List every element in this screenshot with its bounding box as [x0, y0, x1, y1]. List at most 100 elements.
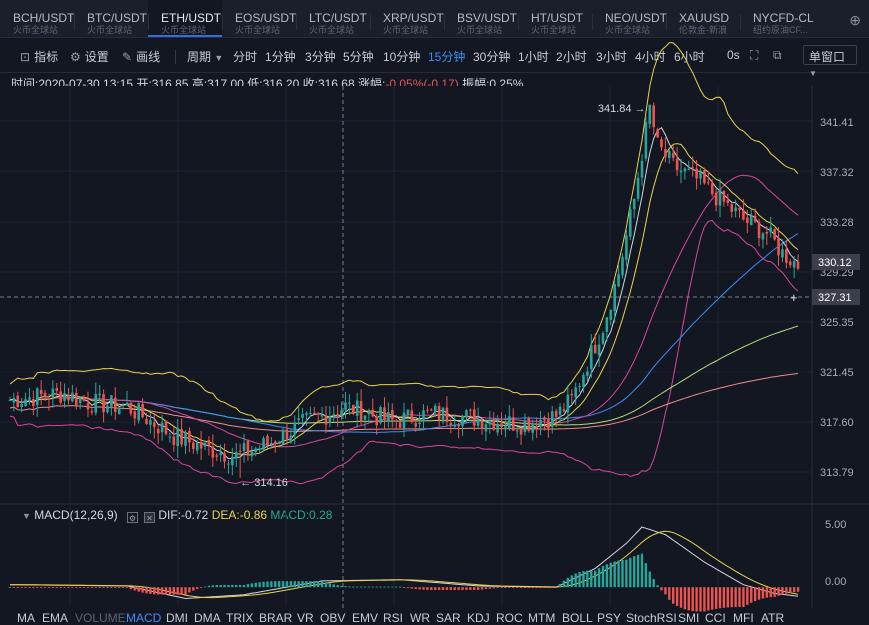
- indicator-atr[interactable]: ATR: [761, 611, 784, 625]
- boll-name: BOLL(20,2): [34, 93, 97, 107]
- close-icon[interactable]: ✕: [143, 512, 155, 523]
- tab-eth-usdt[interactable]: ETH/USDT 火币全球站: [148, 0, 222, 37]
- indicator-wr[interactable]: WR: [410, 611, 430, 625]
- candle-body: [121, 405, 125, 407]
- tab-btc-usdt[interactable]: BTC/USDT 火币全球站: [74, 0, 148, 37]
- candle-body: [277, 442, 281, 444]
- indicator-mtm[interactable]: MTM: [528, 611, 555, 625]
- indicator-trix[interactable]: TRIX: [226, 611, 253, 625]
- collapse-icon[interactable]: ▼: [22, 511, 31, 521]
- ohlc-readout: 时间:2020-07-30 13:15 开:316.85 高:317.00 低:…: [11, 75, 523, 92]
- period-option[interactable]: 10分钟: [383, 48, 420, 65]
- fullscreen-icon[interactable]: ⛶: [750, 48, 758, 63]
- indicator-boll[interactable]: BOLL: [562, 611, 593, 625]
- candle-body: [301, 413, 304, 418]
- tab-neo-usdt[interactable]: NEO/USDT 火币全球站: [592, 0, 667, 37]
- indicator-ema[interactable]: EMA: [42, 611, 68, 625]
- macd-hist-bar: [473, 587, 476, 590]
- indicator-macd[interactable]: MACD: [126, 611, 161, 625]
- indicator-vr[interactable]: VR: [297, 611, 314, 625]
- indicator-roc[interactable]: ROC: [496, 611, 523, 625]
- period-option[interactable]: 30分钟: [473, 48, 510, 65]
- macd-hist-bar: [484, 587, 488, 590]
- candle-body: [593, 344, 597, 354]
- indicator-dmi[interactable]: DMI: [166, 611, 188, 625]
- screenshot-icon[interactable]: ⧉: [773, 48, 782, 63]
- macd-hist-bar: [679, 587, 683, 608]
- period-option[interactable]: 6小时: [674, 48, 705, 65]
- candle-body: [554, 410, 558, 417]
- tab-xrp-usdt[interactable]: XRP/USDT 火币全球站: [370, 0, 444, 37]
- settings-icon[interactable]: ⚙: [105, 97, 117, 108]
- candle-body: [769, 227, 773, 233]
- current-price-tag: [812, 254, 860, 270]
- settings-icon[interactable]: ⚙: [126, 512, 138, 523]
- tab-xauusd[interactable]: XAUUSD 伦敦金-新浪: [666, 0, 740, 37]
- window-mode-dropdown[interactable]: 单窗口 ▼: [803, 45, 857, 78]
- close-icon[interactable]: ✕: [122, 97, 134, 108]
- tab-bch-usdt[interactable]: BCH/USDT 火币全球站: [0, 0, 74, 37]
- macd-hist-bar: [792, 587, 796, 593]
- indicator-dma[interactable]: DMA: [194, 611, 221, 625]
- add-tab-icon[interactable]: ⊕: [849, 12, 861, 29]
- candle-body: [192, 442, 195, 450]
- macd-hist-bar: [769, 587, 772, 598]
- period-option[interactable]: 4小时: [635, 48, 666, 65]
- close-icon[interactable]: ✕: [82, 115, 94, 126]
- period-option[interactable]: 3分钟: [305, 48, 336, 65]
- tab-divider: [592, 14, 593, 30]
- period-option[interactable]: 1小时: [518, 48, 549, 65]
- indicator-mfi[interactable]: MFI: [733, 611, 754, 625]
- candle-body: [422, 410, 425, 422]
- indicator-kdj[interactable]: KDJ: [467, 611, 490, 625]
- indicator-rsi[interactable]: RSI: [383, 611, 403, 625]
- candle-body: [324, 415, 328, 425]
- macd-hist-bar: [738, 587, 741, 608]
- indicator-volume[interactable]: VOLUME: [75, 611, 126, 625]
- period-dropdown[interactable]: 周期 ▼: [187, 48, 223, 65]
- period-option[interactable]: 3小时: [596, 48, 627, 65]
- period-option[interactable]: 5分钟: [343, 48, 374, 65]
- indicator-stochrsi[interactable]: StochRSI: [626, 611, 677, 625]
- indicators-button[interactable]: ⊡ 指标: [20, 48, 58, 65]
- indicator-smi[interactable]: SMI: [678, 611, 699, 625]
- tab-eos-usdt[interactable]: EOS/USDT 火币全球站: [222, 0, 296, 37]
- tab-ht-usdt[interactable]: HT/USDT 火币全球站: [518, 0, 592, 37]
- macd-hist-bar: [309, 581, 312, 588]
- tab-bsv-usdt[interactable]: BSV/USDT 火币全球站: [444, 0, 518, 37]
- candle-body: [227, 463, 230, 465]
- candle-body: [355, 400, 359, 416]
- indicator-psy[interactable]: PSY: [597, 611, 621, 625]
- ma-name: MA: [39, 111, 57, 125]
- candle-body: [718, 189, 722, 206]
- macd-hist-bar: [422, 587, 425, 590]
- macd-hist-bar: [121, 587, 125, 588]
- macd-hist-bar: [219, 584, 222, 588]
- indicator-emv[interactable]: EMV: [352, 611, 378, 625]
- macd-hist-bar: [410, 587, 414, 589]
- macd-hist-bar: [675, 587, 679, 606]
- candle-body: [67, 394, 70, 401]
- candle-body: [340, 410, 343, 416]
- settings-button[interactable]: ⚙ 设置: [70, 48, 109, 65]
- macd-hist-bar: [32, 587, 35, 588]
- collapse-icon[interactable]: ▼: [22, 96, 31, 106]
- period-option[interactable]: 分时: [233, 48, 257, 65]
- macd-hist-bar: [621, 559, 624, 588]
- settings-icon[interactable]: ⚙: [65, 115, 77, 126]
- window-mode-label: 单窗口: [809, 50, 846, 64]
- macd-hist-bar: [117, 587, 121, 588]
- indicator-sar[interactable]: SAR: [436, 611, 461, 625]
- draw-button[interactable]: ✎ 画线: [122, 48, 160, 65]
- candle-body: [484, 424, 488, 432]
- change-value: -0.05%(-0.17): [385, 77, 459, 91]
- indicator-obv[interactable]: OBV: [320, 611, 345, 625]
- indicator-cci[interactable]: CCI: [705, 611, 726, 625]
- indicator-ma[interactable]: MA: [17, 611, 35, 625]
- period-option[interactable]: 1分钟: [265, 48, 296, 65]
- candle-body: [792, 261, 796, 268]
- indicator-brar[interactable]: BRAR: [259, 611, 292, 625]
- period-option[interactable]: 15分钟: [428, 48, 465, 65]
- tab-ltc-usdt[interactable]: LTC/USDT 火币全球站: [296, 0, 370, 37]
- period-option[interactable]: 2小时: [556, 48, 587, 65]
